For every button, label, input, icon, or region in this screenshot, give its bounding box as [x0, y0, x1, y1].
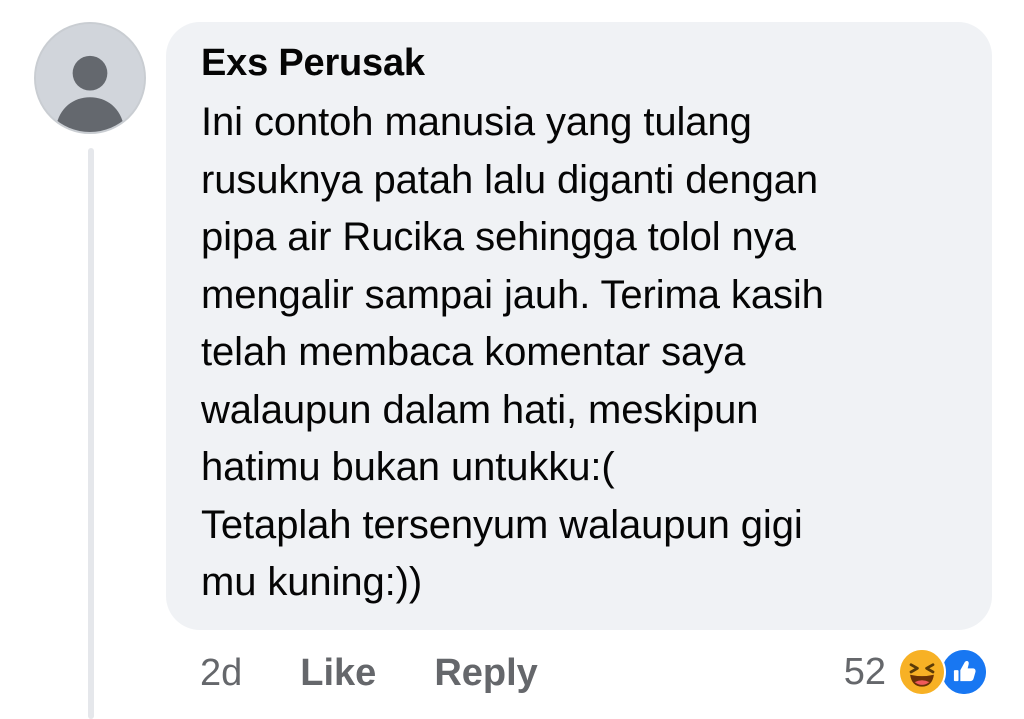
like-button[interactable]: Like: [300, 652, 376, 695]
comment-thread: Exs Perusak Ini contoh manusia yang tula…: [0, 0, 1024, 719]
reaction-count: 52: [843, 650, 886, 693]
comment-timestamp[interactable]: 2d: [200, 652, 242, 695]
default-profile-icon: [36, 24, 144, 132]
reply-button[interactable]: Reply: [434, 652, 537, 695]
avatar[interactable]: [34, 22, 146, 134]
like-reaction-icon: [940, 648, 988, 696]
comment-bubble: Exs Perusak Ini contoh manusia yang tula…: [166, 22, 992, 630]
reaction-summary[interactable]: 52: [844, 642, 990, 702]
comment-actions: 2d Like Reply: [200, 646, 538, 700]
thread-connector-line: [88, 148, 94, 719]
reaction-icon-stack: [898, 648, 990, 696]
comment-body-text: Ini contoh manusia yang tulang rusuknya …: [201, 100, 824, 604]
comment-author-name[interactable]: Exs Perusak: [201, 40, 964, 86]
laugh-reaction-icon: [898, 648, 946, 696]
